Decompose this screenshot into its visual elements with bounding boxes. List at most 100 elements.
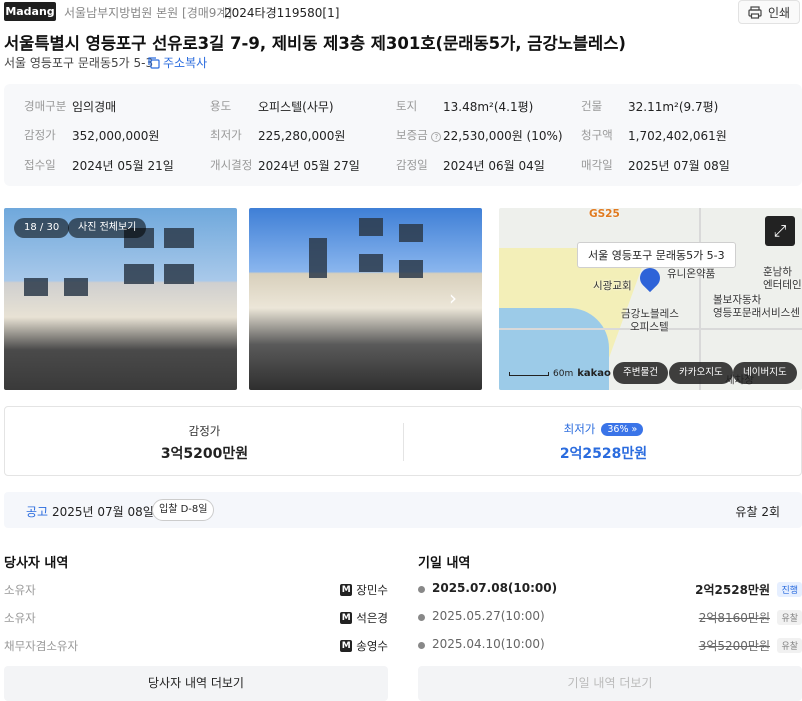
- map-scale: 60m kakao: [509, 368, 611, 379]
- info-value: 2024년 06월 04일: [443, 159, 545, 173]
- brand-logo: Madang: [4, 2, 56, 21]
- party-role: 채무자겸소유자: [4, 639, 79, 653]
- min-price-label: 최저가 36% »: [404, 421, 802, 437]
- info-value: 2024년 05월 21일: [72, 159, 174, 173]
- history-row: 2025.04.10(10:00) 3억5200만원 유찰: [418, 636, 802, 656]
- building-photo[interactable]: ›: [249, 208, 482, 390]
- history-price: 2억2528만원: [695, 583, 770, 597]
- info-key: 개시결정: [210, 158, 253, 172]
- info-key: 건물: [581, 99, 603, 113]
- copy-address-label: 주소복사: [163, 56, 208, 70]
- double-chevron-down-icon: »: [631, 424, 638, 435]
- printer-icon: [748, 5, 762, 19]
- info-key-label: 보증금: [396, 128, 428, 142]
- info-value: 1,702,402,061원: [628, 129, 727, 143]
- appraisal-label: 감정가: [188, 424, 221, 438]
- party-name: M 송영수: [340, 638, 388, 654]
- member-icon: M: [340, 612, 353, 624]
- member-icon: M: [340, 640, 353, 652]
- info-value: 225,280,000원: [258, 129, 346, 143]
- print-button[interactable]: 인쇄: [738, 0, 800, 24]
- map-label: 영등포문래서비스센: [713, 307, 800, 319]
- info-key: 감정일: [396, 158, 428, 172]
- history-price: 2억8160만원: [698, 611, 770, 625]
- info-value: 2025년 07월 08일: [628, 159, 730, 173]
- scale-value: 60m: [553, 368, 574, 379]
- info-value: 352,000,000원: [72, 129, 160, 143]
- min-price-percent: 36%: [607, 424, 629, 435]
- help-icon[interactable]: ?: [431, 132, 442, 142]
- info-value: 32.11m²(9.7평): [628, 100, 719, 114]
- info-value: 2024년 05월 27일: [258, 159, 360, 173]
- fail-count: 유찰 2회: [735, 505, 780, 519]
- bullet-icon: [418, 586, 425, 593]
- party-role: 소유자: [4, 611, 36, 625]
- party-name: M 장민수: [340, 582, 388, 598]
- print-label: 인쇄: [767, 5, 791, 20]
- info-value: 오피스텔(사무): [258, 100, 334, 114]
- price-summary: 감정가 3억5200만원 최저가 36% » 2억2528만원: [4, 406, 802, 476]
- info-key: 접수일: [24, 158, 56, 172]
- party-name-text: 송영수: [356, 639, 388, 653]
- history-date: 2025.07.08(10:00): [432, 581, 558, 595]
- case-number: 2024타경119580[1]: [224, 6, 340, 20]
- kakao-map-button[interactable]: 카카오지도: [669, 362, 733, 384]
- status-badge: 진행: [777, 582, 802, 597]
- map-label: 오피스텔: [630, 321, 669, 333]
- min-price-value: 2억2528만원: [559, 446, 648, 462]
- history-date: 2025.04.10(10:00): [432, 637, 545, 651]
- history-title: 기일 내역: [418, 556, 471, 571]
- map-brand: kakao: [577, 368, 611, 379]
- bullet-icon: [418, 642, 425, 649]
- history-row: 2025.07.08(10:00) 2억2528만원 진행: [418, 580, 802, 600]
- min-price-percent-badge: 36% »: [601, 423, 644, 436]
- lot-address: 서울 영등포구 문래동5가 5-3: [4, 56, 154, 70]
- auction-info-grid: 경매구분 임의경매 용도 오피스텔(사무) 토지 13.48m²(4.1평) 건…: [4, 84, 802, 186]
- notice-date: 2025년 07월 08일: [52, 505, 154, 519]
- party-name: M 석은경: [340, 610, 388, 626]
- info-key: 청구액: [581, 128, 613, 142]
- info-key: 용도: [210, 99, 232, 113]
- page-title: 서울특별시 영등포구 선유로3길 7-9, 제비동 제3층 제301호(문래동5…: [4, 34, 626, 53]
- history-date: 2025.05.27(10:00): [432, 609, 545, 623]
- map-label: 시광교회: [593, 280, 632, 292]
- info-key: 경매구분: [24, 99, 67, 113]
- member-icon: M: [340, 584, 353, 596]
- party-role: 소유자: [4, 583, 36, 597]
- info-value: 임의경매: [72, 100, 117, 114]
- map-label: 유니온약품: [667, 268, 716, 280]
- photo-counter: 18 / 30: [14, 218, 70, 238]
- map-label: GS25: [589, 208, 620, 220]
- party-name-text: 석은경: [356, 611, 388, 625]
- bullet-icon: [418, 614, 425, 621]
- notice-bar: 공고 2025년 07월 08일 입찰 D-8일 유찰 2회: [4, 492, 802, 528]
- view-all-photos-button[interactable]: 사진 전체보기: [68, 218, 147, 238]
- info-key: 매각일: [581, 158, 613, 172]
- appraisal-value: 3억5200만원: [160, 446, 249, 462]
- party-name-text: 장민수: [356, 583, 388, 597]
- min-price-label-text: 최저가: [563, 422, 596, 436]
- nearby-items-button[interactable]: 주변물건: [613, 362, 668, 384]
- chevron-right-icon[interactable]: ›: [449, 286, 457, 310]
- copy-address-button[interactable]: 주소복사: [148, 54, 207, 71]
- info-key: 최저가: [210, 128, 242, 142]
- history-price: 3억5200만원: [698, 639, 770, 653]
- location-map[interactable]: GS25 시광교회 유니온약품 금강노블레스 오피스텔 볼보자동차 영등포문래서…: [499, 208, 802, 390]
- bid-dday-badge: 입찰 D-8일: [152, 499, 215, 521]
- naver-map-button[interactable]: 네이버지도: [733, 362, 797, 384]
- status-badge: 유찰: [777, 638, 802, 653]
- expand-map-icon[interactable]: ⤢: [765, 216, 795, 246]
- court-name: 서울남부지방법원 본원 [경매9계]: [64, 6, 233, 20]
- notice-label: 공고: [26, 505, 49, 519]
- info-key: 토지: [396, 99, 418, 113]
- map-address-tooltip: 서울 영등포구 문래동5가 5-3: [577, 242, 736, 268]
- history-more-button[interactable]: 기일 내역 더보기: [418, 666, 802, 701]
- parties-more-button[interactable]: 당사자 내역 더보기: [4, 666, 388, 701]
- parties-title: 당사자 내역: [4, 556, 69, 571]
- status-badge: 유찰: [777, 610, 802, 625]
- info-key: 감정가: [24, 128, 56, 142]
- building-photo[interactable]: 18 / 30 사진 전체보기: [4, 208, 237, 390]
- info-value: 13.48m²(4.1평): [443, 100, 534, 114]
- map-label: 엔터테인: [763, 279, 802, 291]
- history-row: 2025.05.27(10:00) 2억8160만원 유찰: [418, 608, 802, 628]
